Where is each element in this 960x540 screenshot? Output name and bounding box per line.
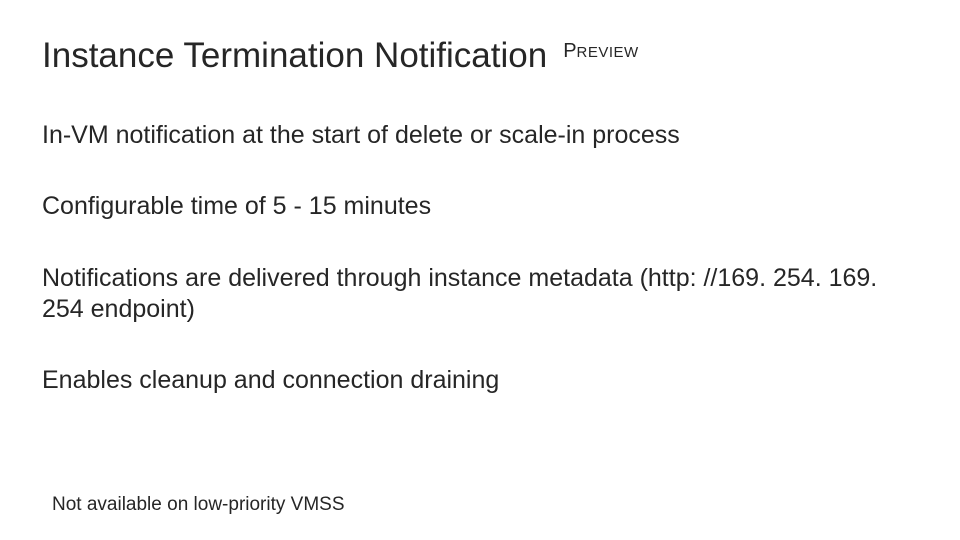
body-line: Enables cleanup and connection draining — [42, 365, 918, 396]
title-row: Instance Termination Notification PREVIE… — [42, 36, 918, 76]
footnote: Not available on low-priority VMSS — [52, 494, 345, 516]
page-title: Instance Termination Notification — [42, 36, 547, 76]
body-line: Configurable time of 5 - 15 minutes — [42, 191, 918, 222]
preview-badge: PREVIEW — [563, 40, 639, 63]
body-line: In-VM notification at the start of delet… — [42, 120, 918, 151]
body-line: Notifications are delivered through inst… — [42, 263, 918, 326]
preview-badge-first: P — [563, 40, 576, 62]
preview-badge-rest: REVIEW — [577, 44, 639, 61]
body-list: In-VM notification at the start of delet… — [42, 120, 918, 396]
